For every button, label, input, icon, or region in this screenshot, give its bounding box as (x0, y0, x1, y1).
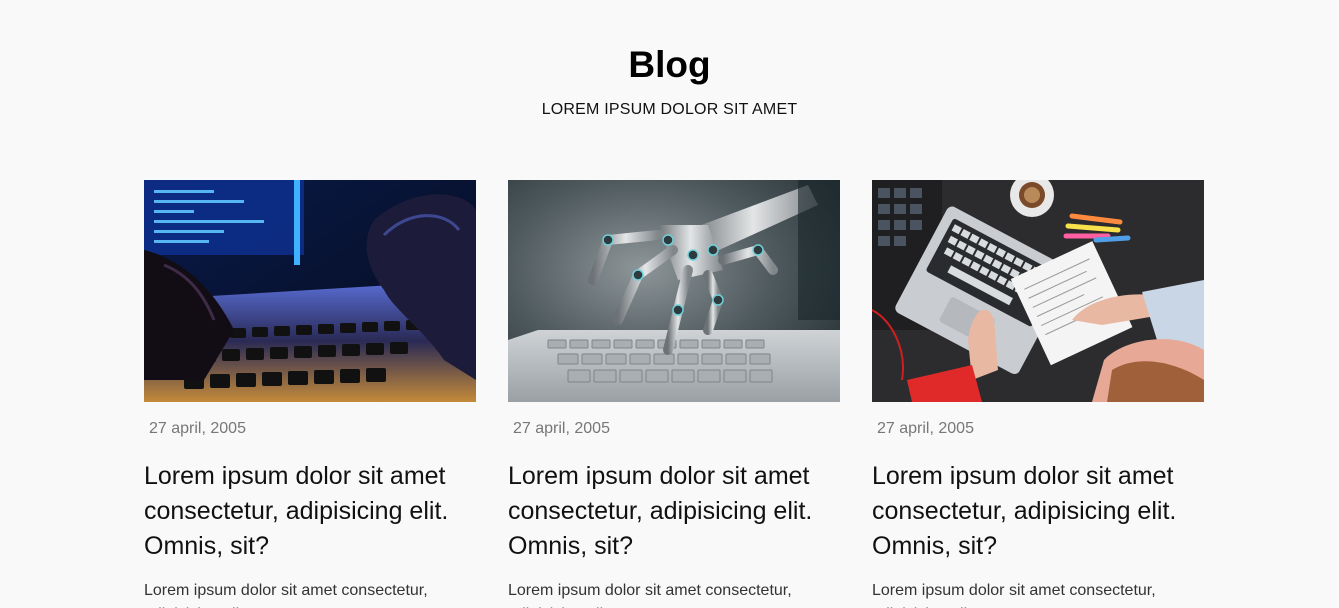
post-card: 27 april, 2005 Lorem ipsum dolor sit ame… (508, 180, 840, 608)
post-image-hacker[interactable] (144, 180, 476, 402)
page-subtitle: LOREM IPSUM DOLOR SIT AMET (541, 101, 798, 118)
post-image-desk[interactable] (872, 180, 1204, 402)
blog-page: Blog LOREM IPSUM DOLOR SIT AMET 27 april… (0, 0, 1339, 608)
post-date: 27 april, 2005 (877, 420, 974, 437)
post-date: 27 april, 2005 (149, 420, 246, 437)
post-excerpt: Lorem ipsum dolor sit amet consectetur, … (144, 582, 428, 608)
post-date: 27 april, 2005 (513, 420, 610, 437)
post-card: 27 april, 2005 Lorem ipsum dolor sit ame… (144, 180, 476, 608)
post-title[interactable]: Lorem ipsum dolor sit amet consectetur, … (508, 459, 840, 564)
blog-header: Blog LOREM IPSUM DOLOR SIT AMET (0, 42, 1339, 120)
post-card: 27 april, 2005 Lorem ipsum dolor sit ame… (872, 180, 1204, 608)
desk-workspace-image (872, 180, 1204, 402)
page-title: Blog (628, 44, 711, 85)
robot-hand-image (508, 180, 840, 402)
post-excerpt: Lorem ipsum dolor sit amet consectetur, … (872, 582, 1156, 608)
hacker-typing-image (144, 180, 476, 402)
post-grid: 27 april, 2005 Lorem ipsum dolor sit ame… (144, 180, 1204, 608)
post-title[interactable]: Lorem ipsum dolor sit amet consectetur, … (144, 459, 476, 564)
post-excerpt: Lorem ipsum dolor sit amet consectetur, … (508, 582, 792, 608)
post-title[interactable]: Lorem ipsum dolor sit amet consectetur, … (872, 459, 1204, 564)
post-image-robot[interactable] (508, 180, 840, 402)
